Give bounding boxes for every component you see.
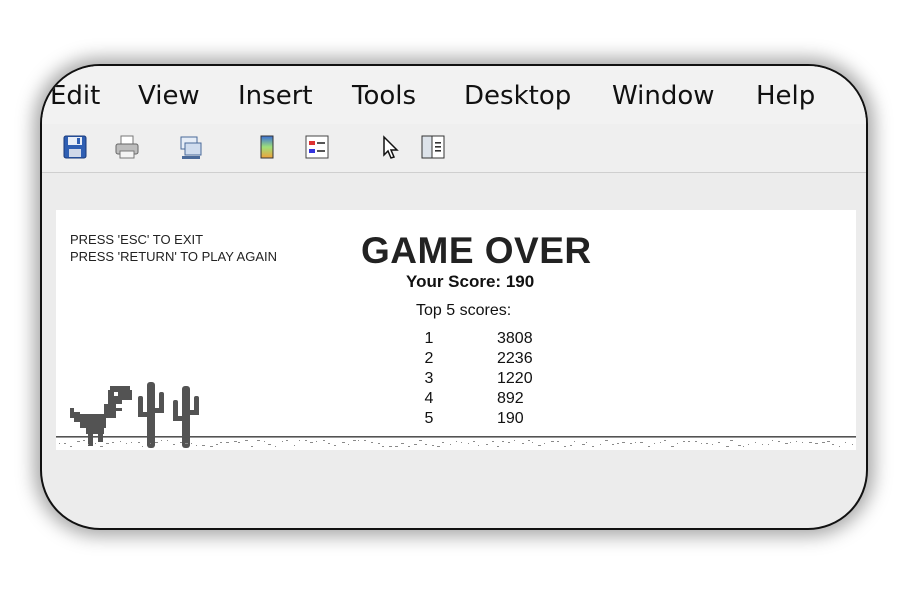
score-rank: 5: [424, 410, 434, 427]
property-editor-icon[interactable]: [420, 134, 446, 160]
score-value: 2236: [497, 350, 533, 367]
link-icon[interactable]: [178, 134, 204, 160]
your-score: Your Score: 190: [406, 272, 535, 291]
score-value: 892: [497, 390, 524, 407]
score-row: 1 3808: [56, 330, 856, 350]
score-rank: 1: [424, 330, 434, 347]
score-value: 3808: [497, 330, 533, 347]
menu-edit[interactable]: Edit: [50, 81, 100, 111]
print-icon[interactable]: [114, 134, 140, 160]
score-row: 2 2236: [56, 350, 856, 370]
figure-window: Edit View Insert Tools Desktop Window He…: [40, 64, 868, 530]
menu-bar: Edit View Insert Tools Desktop Window He…: [42, 66, 866, 124]
save-icon[interactable]: [62, 134, 88, 160]
ground-line: [56, 436, 856, 447]
toolbar: [42, 124, 866, 173]
game-canvas[interactable]: PRESS 'ESC' TO EXIT PRESS 'RETURN' TO PL…: [56, 210, 856, 450]
legend-icon[interactable]: [304, 134, 330, 160]
game-over-title: GAME OVER: [361, 230, 592, 271]
score-rank: 3: [424, 370, 434, 387]
replay-instruction: PRESS 'RETURN' TO PLAY AGAIN: [70, 249, 278, 264]
colorbar-icon[interactable]: [254, 134, 280, 160]
score-rank: 2: [424, 350, 434, 367]
menu-desktop[interactable]: Desktop: [464, 81, 571, 111]
exit-instruction: PRESS 'ESC' TO EXIT: [70, 232, 204, 247]
pointer-icon[interactable]: [378, 134, 404, 160]
menu-tools[interactable]: Tools: [352, 81, 416, 111]
score-value: 190: [497, 410, 524, 427]
menu-window[interactable]: Window: [612, 81, 715, 111]
score-rank: 4: [424, 390, 434, 407]
score-value: 1220: [497, 370, 533, 387]
menu-insert[interactable]: Insert: [238, 81, 313, 111]
menu-help[interactable]: Help: [756, 81, 815, 111]
top-scores-label: Top 5 scores:: [416, 302, 512, 319]
menu-view[interactable]: View: [138, 81, 200, 111]
